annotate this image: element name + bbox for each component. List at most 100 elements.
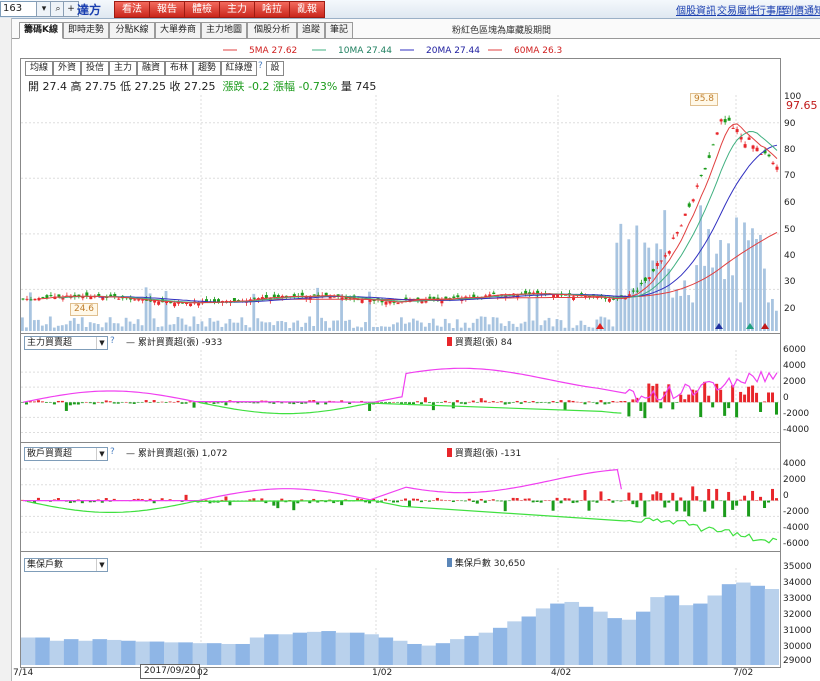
ind-margin[interactable]: 融資 bbox=[137, 61, 165, 76]
tab-main-map[interactable]: 主力地圖 bbox=[201, 22, 247, 39]
rt-bar bbox=[707, 489, 711, 501]
ind-main[interactable]: 主力 bbox=[109, 61, 137, 76]
view-button[interactable]: 看法 bbox=[114, 1, 150, 18]
rt-bar bbox=[611, 500, 615, 503]
candle-body bbox=[41, 296, 45, 298]
volume-bar bbox=[539, 325, 543, 331]
mf-bar bbox=[24, 402, 28, 405]
tab-realtime[interactable]: 即時走勢 bbox=[63, 22, 109, 39]
volume-label: 量 bbox=[340, 80, 352, 93]
volume-bar bbox=[455, 319, 459, 331]
tab-branch-k[interactable]: 分點K線 bbox=[109, 22, 155, 39]
volume-bar bbox=[679, 295, 683, 331]
ind-foreign[interactable]: 外資 bbox=[53, 61, 81, 76]
mf-bar bbox=[491, 401, 495, 403]
mf-bar bbox=[152, 400, 156, 403]
holders-bar bbox=[478, 632, 494, 665]
mf-bar bbox=[104, 400, 108, 403]
mf-bar bbox=[268, 402, 272, 404]
candle-body bbox=[695, 185, 699, 187]
candle-body bbox=[679, 225, 683, 227]
ind-bollinger[interactable]: 布林 bbox=[165, 61, 193, 76]
candle-body bbox=[252, 297, 256, 299]
holders-bar bbox=[21, 637, 36, 665]
tick-label: 30 bbox=[784, 277, 796, 287]
report-button[interactable]: 報告 bbox=[149, 1, 185, 18]
help-icon[interactable]: ? bbox=[258, 61, 263, 71]
tab-chip-k[interactable]: 籌碼K線 bbox=[19, 22, 63, 39]
volume-bar bbox=[168, 324, 172, 331]
link-calendar[interactable]: 行事曆 bbox=[756, 2, 786, 17]
rt-bar bbox=[224, 496, 228, 501]
tab-track[interactable]: 追蹤 bbox=[297, 22, 325, 39]
mf-bar bbox=[248, 402, 252, 403]
holders-bar bbox=[206, 643, 222, 665]
tab-big-broker[interactable]: 大單券商 bbox=[155, 22, 201, 39]
ind-ma[interactable]: 均線 bbox=[25, 61, 53, 76]
change-label: 漲跌 bbox=[222, 80, 245, 93]
link-stock-info[interactable]: 個股資訊 bbox=[676, 2, 716, 17]
volume-bar bbox=[671, 297, 675, 331]
ind-traffic[interactable]: 紅綠燈 bbox=[221, 61, 257, 76]
legend-60ma-label: 60MA 26.3 bbox=[514, 46, 562, 56]
tab-analysis[interactable]: 個股分析 bbox=[247, 22, 297, 39]
volume-bar bbox=[240, 317, 244, 331]
volume-bar bbox=[615, 242, 619, 331]
volume-bar bbox=[108, 317, 112, 331]
rt-bar bbox=[539, 500, 543, 503]
high-tag: 95.8 bbox=[690, 93, 718, 106]
random-report-button[interactable]: 亂報 bbox=[289, 1, 325, 18]
volume-bar bbox=[747, 240, 750, 331]
mf-bar bbox=[124, 402, 128, 403]
candle-body bbox=[384, 301, 388, 305]
volume-bar bbox=[84, 326, 88, 331]
ohlc-line: 開 27.4 高 27.75 低 27.25 收 27.25 漲跌 -0.2 漲… bbox=[28, 78, 376, 94]
ind-trend[interactable]: 趨勢 bbox=[193, 61, 221, 76]
rt-bar bbox=[447, 500, 451, 501]
mf-bar bbox=[427, 402, 431, 404]
mf-bar bbox=[148, 402, 152, 403]
stock-code-input[interactable]: 163 bbox=[0, 1, 38, 17]
settings-button[interactable]: 設 bbox=[266, 61, 284, 76]
volume-bar bbox=[587, 326, 591, 331]
high-label: 高 bbox=[70, 80, 82, 93]
volume-bar bbox=[535, 295, 539, 331]
tab-notes[interactable]: 筆記 bbox=[325, 22, 353, 39]
left-scroll-strip[interactable] bbox=[0, 18, 12, 681]
candle-body bbox=[312, 294, 316, 296]
mf-bar bbox=[607, 402, 611, 404]
mf-bar bbox=[172, 402, 176, 403]
mf-bar bbox=[140, 402, 144, 403]
main-force-select[interactable]: 主力買賣超 ▼ bbox=[24, 336, 108, 350]
volume-bar bbox=[519, 323, 523, 331]
volume-bar bbox=[304, 322, 308, 331]
volume-bar bbox=[731, 275, 734, 331]
pct-value: -0.73% bbox=[298, 80, 338, 93]
holders-bar bbox=[49, 640, 65, 665]
candle-body bbox=[452, 296, 456, 299]
rt-bar bbox=[515, 498, 519, 501]
candle-body bbox=[735, 129, 739, 133]
what-button[interactable]: 啥拉 bbox=[254, 1, 290, 18]
volume-bar bbox=[463, 322, 467, 331]
rt-bar bbox=[731, 500, 735, 510]
tick-label: 70 bbox=[784, 171, 796, 181]
help-icon[interactable]: ? bbox=[110, 336, 115, 346]
rt-bar bbox=[439, 499, 443, 501]
help-icon[interactable]: ? bbox=[110, 447, 115, 457]
ind-trust[interactable]: 投信 bbox=[81, 61, 109, 76]
tick-label: 32000 bbox=[783, 610, 812, 620]
volume-bar bbox=[751, 228, 754, 331]
main-force-button[interactable]: 主力 bbox=[219, 1, 255, 18]
volume-bar bbox=[759, 234, 762, 331]
volume-bar bbox=[264, 322, 268, 331]
link-trade-attr[interactable]: 交易屬性 bbox=[717, 2, 757, 17]
rt-bar bbox=[683, 500, 687, 512]
mf-bar bbox=[475, 402, 479, 403]
checkup-button[interactable]: 體檢 bbox=[184, 1, 220, 18]
mf-bar bbox=[451, 402, 455, 409]
link-price-alert[interactable]: 到價通知 bbox=[784, 2, 820, 17]
rt-bar bbox=[184, 494, 188, 501]
holders-bar bbox=[63, 639, 79, 665]
volume-bar bbox=[324, 321, 327, 331]
